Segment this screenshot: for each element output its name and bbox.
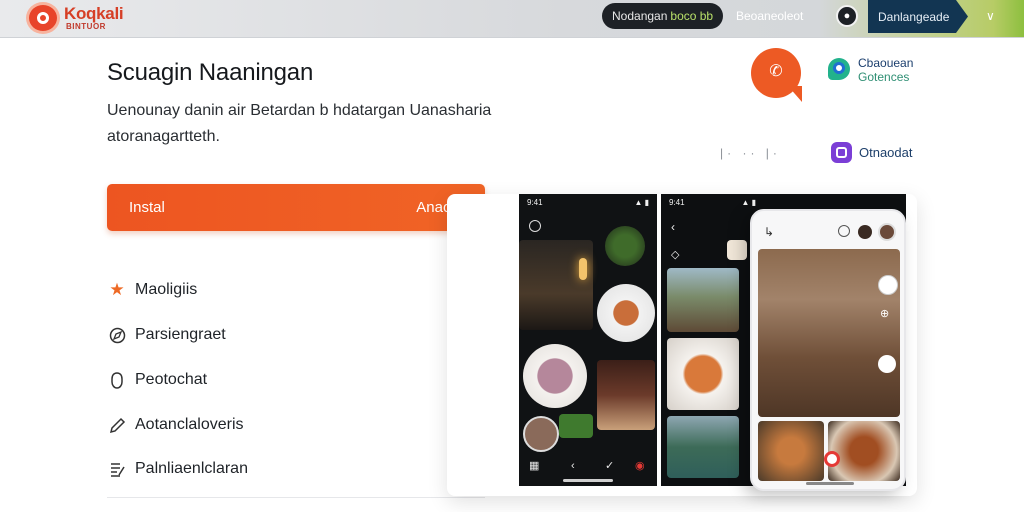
- food-plate-image: [597, 284, 655, 342]
- herb-bowl-image: [605, 226, 645, 266]
- side-feature-label-2[interactable]: Otnaodat: [859, 145, 913, 160]
- person-image: [597, 360, 655, 430]
- status-icons: ▲ ▮: [741, 198, 756, 207]
- feature-label: Maoligiis: [135, 281, 198, 298]
- chat-app-icon-inner: [836, 147, 847, 158]
- check-icon[interactable]: ✓: [605, 459, 614, 472]
- status-time: 9:41: [669, 198, 685, 207]
- side-feature-label-line2: Gotences: [858, 70, 910, 84]
- back-icon[interactable]: ‹: [671, 220, 675, 234]
- pill-label: Nodangan: [612, 9, 668, 23]
- profile-avatar: [523, 416, 559, 452]
- document-icon: [107, 459, 127, 479]
- back-nav-icon[interactable]: ‹: [571, 460, 575, 472]
- page-title: Scuagin Naaningan: [107, 59, 314, 86]
- brand-tagline: BINTUOR: [66, 22, 106, 31]
- grid-icon: [727, 240, 747, 260]
- noodle-bowl-image: [667, 338, 739, 410]
- brand-name[interactable]: Koqkali: [64, 4, 124, 24]
- install-button[interactable]: Instal Anaoal: [107, 184, 485, 231]
- drop-icon: ◇: [671, 249, 680, 261]
- status-time: 9:41: [527, 198, 543, 207]
- messenger-icon-inner: [833, 62, 845, 74]
- restaurant-image: [519, 240, 593, 330]
- feature-label: Parsiengraet: [135, 326, 226, 343]
- star-icon: ★: [109, 280, 125, 299]
- top-cta-button[interactable]: Danlangeade: [868, 0, 968, 33]
- waterfront-image: [667, 416, 739, 478]
- feature-label: Peotochat: [135, 371, 208, 388]
- drink-cup-image: [523, 344, 587, 408]
- feature-label: Aotanclaloveris: [135, 416, 244, 433]
- home-icon[interactable]: ▦: [529, 459, 539, 472]
- feature-item: Parsiengraet: [107, 324, 226, 346]
- description-line-2: atoranagartteth.: [107, 128, 220, 145]
- feature-item: Peotochat: [107, 369, 207, 391]
- app-screenshot-3[interactable]: ↳ ⊕: [750, 209, 906, 491]
- install-label: Instal: [129, 199, 165, 216]
- status-icons: ▲ ▮: [634, 198, 649, 207]
- dining-room-image: [758, 249, 900, 417]
- pencil-icon: [107, 415, 127, 435]
- side-feature-label-line1: Cbaouean: [858, 56, 914, 70]
- home-indicator: [563, 479, 613, 482]
- feature-item: ★ Maoligiis: [107, 279, 197, 301]
- record-icon[interactable]: ◉: [635, 459, 645, 472]
- record-icon[interactable]: [824, 451, 840, 467]
- avatar[interactable]: [878, 223, 896, 241]
- back-icon: [529, 220, 541, 232]
- menu-icon[interactable]: [838, 225, 850, 237]
- back-icon[interactable]: ↳: [764, 225, 774, 239]
- feature-item: Aotanclaloveris: [107, 414, 244, 436]
- app-logo[interactable]: [26, 2, 60, 34]
- favorite-icon[interactable]: [858, 225, 872, 239]
- salad-image: [559, 414, 593, 438]
- section-divider: [107, 497, 485, 498]
- zoom-icon[interactable]: ⊕: [880, 307, 889, 320]
- share-icon[interactable]: [878, 275, 898, 295]
- dish-image-2: [828, 421, 900, 481]
- side-feature-label[interactable]: Cbaouean Gotences: [858, 56, 913, 84]
- description-line-1: Uenounay danin air Betardan b hdatargan …: [107, 102, 492, 119]
- feature-item: Palnliaenlclaran: [107, 458, 248, 480]
- pill-accent-label: boco bb: [670, 9, 714, 23]
- compass-icon: [107, 325, 127, 345]
- top-pill-button[interactable]: Nodangan boco bb: [602, 3, 723, 29]
- logo-mark-icon: [37, 12, 49, 24]
- shield-icon: [107, 370, 127, 390]
- home-indicator: [806, 482, 854, 485]
- info-icon[interactable]: [878, 355, 896, 373]
- lamp-icon: [579, 258, 587, 280]
- app-screenshot-1[interactable]: 9:41 ▲ ▮ ▦ ‹ ✓ ◉: [519, 194, 657, 486]
- slider-dots[interactable]: |· ·· |·: [720, 146, 781, 160]
- account-icon[interactable]: ●: [836, 5, 858, 27]
- chevron-down-icon[interactable]: ∨: [986, 9, 995, 23]
- dish-image-1: [758, 421, 824, 481]
- top-nav-link[interactable]: Beoaneoleot: [736, 9, 803, 23]
- terrace-image: [667, 268, 739, 332]
- phone-icon: ✆: [769, 63, 783, 80]
- app-description: Uenounay danin air Betardan b hdatargan …: [107, 98, 497, 150]
- feature-label: Palnliaenlclaran: [135, 460, 248, 477]
